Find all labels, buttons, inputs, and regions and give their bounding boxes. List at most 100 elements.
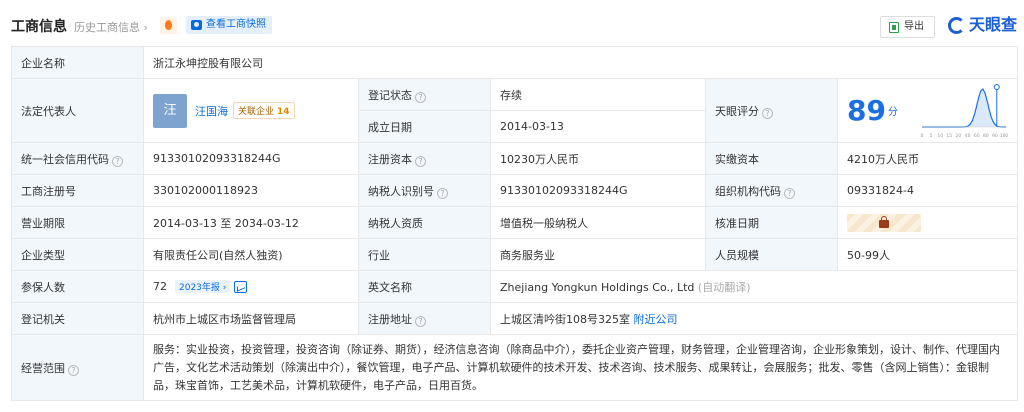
industry: 商务服务业 — [490, 238, 706, 271]
score-cell[interactable]: 89 分 0 5 10 15 20 40 60 80 90 100 — [836, 78, 1019, 143]
table-row: 参保人数 72 2023年报 › 英文名称 Zhejiang Yongkun Ho… — [11, 270, 1019, 303]
brand-logo: 天眼查 — [948, 13, 1017, 37]
score-label-text: 天眼评分 — [715, 104, 759, 118]
insured-label: 参保人数 — [11, 270, 144, 303]
table-row: 营业期限 2014-03-13 至 2034-03-12 纳税人资质 增值税一般… — [11, 206, 1019, 239]
score-distribution-curve — [922, 88, 1006, 128]
export-button-label[interactable]: 导出 — [904, 21, 924, 32]
score-tick-label: 80 — [983, 133, 989, 139]
brand-name: 天眼查 — [969, 15, 1018, 34]
insured-count: 72 — [153, 280, 167, 293]
section-title: 工商信息 — [11, 19, 67, 35]
taxpayer-id: 91330102093318244G — [490, 174, 706, 207]
staff-size: 50-99人 — [836, 238, 1019, 271]
english-name-cell: Zhejiang Yongkun Holdings Co., Ltd (自动翻译… — [489, 270, 1019, 303]
reg-capital: 10230万人民币 — [490, 142, 706, 175]
address-label-text: 注册地址 — [368, 312, 412, 326]
established-label: 成立日期 — [358, 110, 491, 143]
score-tick-label: 40 — [965, 133, 971, 139]
related-companies-badge[interactable]: 关联企业 14 — [233, 102, 295, 119]
score-tick-label: 15 — [946, 133, 952, 139]
table-row: 经营范围? 服务：实业投资，投资管理，投资咨询（除证券、期货），经济信息咨询（除… — [11, 334, 1019, 401]
registered-address: 上城区清吟街108号325室 — [500, 312, 630, 326]
business-scope: 服务：实业投资，投资管理，投资咨询（除证券、期货），经济信息咨询（除商品中介），… — [142, 334, 1019, 401]
org-code: 09331824-4 — [836, 174, 1019, 207]
score-unit: 分 — [887, 107, 898, 118]
score-tick-label: 0 — [921, 133, 924, 139]
help-icon[interactable]: ? — [415, 91, 426, 103]
annual-report-year[interactable]: 2023年报 — [179, 283, 220, 293]
table-row: 登记机关 杭州市上城区市场监督管理局 注册地址? 上城区清吟街108号325室 … — [11, 302, 1019, 335]
taxpayer-id-label-text: 纳税人识别号 — [368, 184, 434, 198]
staff-label: 人员规模 — [705, 238, 838, 271]
snapshot-button[interactable]: 查看工商快照 — [186, 16, 272, 34]
nearby-companies-link[interactable]: 附近公司 — [634, 313, 678, 326]
type-label: 企业类型 — [11, 238, 144, 271]
annual-report-tag[interactable]: 2023年报 › — [175, 280, 231, 293]
help-icon[interactable]: ? — [112, 155, 123, 167]
reg-capital-label-text: 注册资本 — [368, 152, 412, 166]
help-icon[interactable]: ? — [68, 364, 79, 376]
reg-no-label: 工商注册号 — [11, 174, 144, 207]
company-type: 有限责任公司(自然人独资) — [143, 238, 359, 271]
score-label: 天眼评分? — [705, 78, 838, 143]
paid-capital: 4210万人民币 — [836, 142, 1019, 175]
lock-icon — [879, 215, 889, 228]
help-icon[interactable]: ? — [415, 155, 426, 167]
camera-icon — [191, 20, 202, 30]
english-name-label: 英文名称 — [358, 270, 491, 303]
section-header: 工商信息 历史工商信息 › 查看工商快照 导出 天眼查 — [0, 0, 1024, 46]
score-tick-label: 20 — [956, 133, 962, 139]
org-code-label: 组织机构代码? — [705, 174, 838, 207]
help-icon[interactable]: ? — [437, 187, 448, 199]
term-label: 营业期限 — [11, 206, 144, 239]
table-row: 企业名称 浙江永坤控股有限公司 — [11, 46, 1019, 79]
legal-rep-name[interactable]: 汪国海 — [195, 103, 228, 119]
address-label: 注册地址? — [358, 302, 491, 335]
score-distribution-chart: 0 5 10 15 20 40 60 80 90 100 — [921, 84, 1009, 139]
locked-content[interactable] — [847, 213, 921, 232]
business-info-table: 企业名称 浙江永坤控股有限公司 法定代表人 汪汪国海 关联企业 14 登记状态? 存… — [11, 46, 1019, 401]
org-code-label-text: 组织机构代码 — [715, 184, 781, 198]
reg-status: 存续 — [490, 78, 706, 111]
table-row: 工商注册号 330102000118923 纳税人识别号? 9133010209… — [11, 174, 1019, 207]
taxpayer-qual-label: 纳税人资质 — [358, 206, 491, 239]
related-label: 关联企业 — [238, 107, 275, 117]
help-icon[interactable]: ? — [762, 107, 773, 119]
table-row: 统一社会信用代码? 91330102093318244G 注册资本? 10230… — [11, 142, 1019, 175]
export-button[interactable]: 导出 — [880, 16, 935, 38]
credit-code-label: 统一社会信用代码? — [11, 142, 144, 175]
english-name: Zhejiang Yongkun Holdings Co., Ltd — [500, 280, 695, 294]
table-row: 企业类型 有限责任公司(自然人独资) 行业 商务服务业 人员规模 50-99人 — [11, 238, 1019, 271]
help-icon[interactable]: ? — [415, 315, 426, 327]
registration-authority: 杭州市上城区市场监督管理局 — [143, 302, 359, 335]
score-marker-dot — [993, 84, 1000, 90]
scope-label: 经营范围? — [11, 334, 144, 401]
auto-translate-note: (自动翻译) — [697, 280, 751, 294]
legal-rep-label: 法定代表人 — [11, 78, 144, 143]
address-cell: 上城区清吟街108号325室 附近公司 — [489, 302, 1019, 335]
established-date: 2014-03-13 — [490, 110, 706, 143]
score-tick-label: 60 — [974, 133, 980, 139]
history-link[interactable]: 历史工商信息 › — [74, 19, 148, 35]
taxpayer-qual: 增值税一般纳税人 — [490, 206, 706, 239]
reg-status-label-text: 登记状态 — [368, 88, 412, 102]
excel-icon — [889, 22, 899, 33]
reg-no: 330102000118923 — [143, 174, 359, 207]
credit-code: 91330102093318244G — [143, 142, 359, 175]
snapshot-button-label[interactable]: 查看工商快照 — [206, 19, 266, 30]
history-link-label[interactable]: 历史工商信息 — [74, 21, 140, 34]
taxpayer-id-label: 纳税人识别号? — [358, 174, 491, 207]
approved-date-cell — [836, 206, 1019, 239]
score-tick-label: 100 — [1000, 133, 1009, 139]
company-name-label: 企业名称 — [11, 46, 144, 79]
hot-icon[interactable] — [160, 17, 177, 34]
score-tick-label: 5 — [930, 133, 933, 139]
trend-chart-icon[interactable] — [234, 281, 248, 293]
table-row: 法定代表人 汪汪国海 关联企业 14 登记状态? 存续 天眼评分? 89 分 0 5 10… — [11, 78, 1019, 143]
related-count: 14 — [277, 107, 290, 117]
avatar[interactable]: 汪 — [153, 93, 187, 128]
company-name: 浙江永坤控股有限公司 — [142, 46, 1019, 79]
help-icon[interactable]: ? — [784, 187, 795, 199]
authority-label: 登记机关 — [11, 302, 144, 335]
